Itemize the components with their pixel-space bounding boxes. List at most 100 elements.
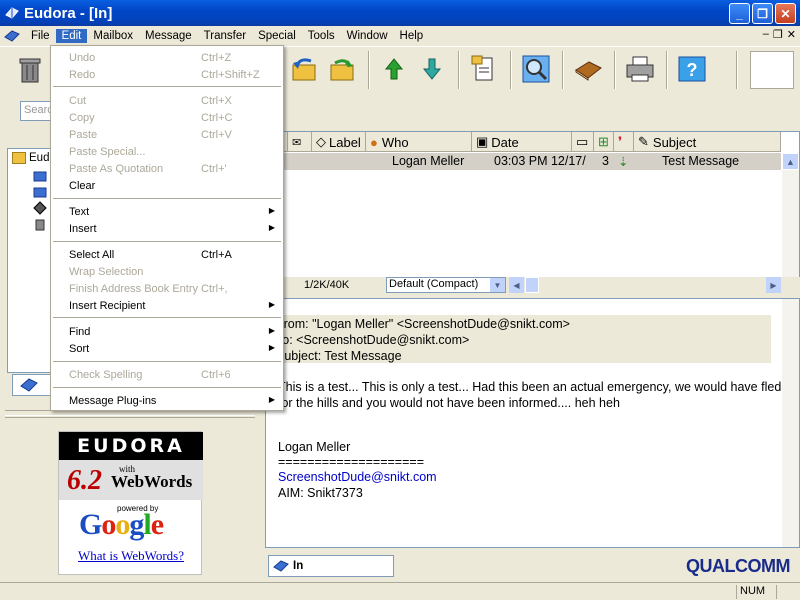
menu-item-shortcut: Ctrl+': [201, 163, 227, 175]
edit-menu-item-copy: Copy Ctrl+C: [51, 110, 283, 127]
menu-item-shortcut: Ctrl+X: [201, 95, 232, 107]
edit-menu-item-clear[interactable]: Clear: [51, 178, 283, 195]
menu-item-label: Redo: [69, 69, 96, 81]
menu-message[interactable]: Message: [139, 29, 198, 43]
menu-help[interactable]: Help: [394, 29, 430, 43]
column-headers: ⇕ ✉ ◇ Label ● Who ▣ Date ▭ ⊞ ❜ ✎ Subject: [266, 132, 781, 152]
message-list-scrollbar[interactable]: ▲: [782, 153, 799, 278]
status-bar: NUM: [0, 582, 800, 600]
trash-mailbox-icon[interactable]: [32, 217, 48, 231]
table-row[interactable]: Logan Meller 03:03 PM 12/17/ 3 ⇣ Test Me…: [266, 153, 781, 170]
edit-menu-item-select-all[interactable]: Select All Ctrl+A: [51, 247, 283, 264]
forward-button[interactable]: [326, 53, 358, 85]
menu-file[interactable]: File: [25, 29, 56, 43]
col-attachment[interactable]: ✉: [288, 132, 312, 152]
toolbar-separator: [736, 51, 738, 89]
edit-menu-item-undo: Undo Ctrl+Z: [51, 50, 283, 67]
google-letter: G: [79, 508, 102, 541]
address-book-button[interactable]: [572, 53, 604, 85]
menu-item-label: Paste: [69, 129, 98, 141]
svg-text:?: ?: [687, 60, 698, 80]
mdi-minimize-button[interactable]: –: [763, 28, 769, 41]
edit-menu-item-paste-special: Paste Special...: [51, 144, 283, 161]
menu-item-label: Finish Address Book Entry: [69, 283, 199, 295]
maximize-button[interactable]: ❐: [752, 3, 773, 24]
in-mailbox-icon[interactable]: [32, 169, 48, 183]
chevron-down-icon[interactable]: ▼: [490, 278, 505, 292]
col-subject-text: Subject: [652, 134, 697, 150]
edit-menu-item-message-plug-ins[interactable]: Message Plug-ins ▶: [51, 393, 283, 410]
out-mailbox-icon[interactable]: [32, 185, 48, 199]
google-logo: Google: [79, 508, 164, 542]
menu-tools[interactable]: Tools: [302, 29, 341, 43]
mdi-controls: – ❐ ✕: [763, 28, 796, 41]
menu-separator: [53, 86, 281, 87]
mailbox-size-label: 1/2K/40K: [304, 279, 350, 291]
menu-mailbox[interactable]: Mailbox: [87, 29, 139, 43]
edit-menu-item-insert[interactable]: Insert ▶: [51, 221, 283, 238]
status-divider: [736, 585, 737, 599]
menu-window[interactable]: Window: [341, 29, 394, 43]
mdi-close-button[interactable]: ✕: [787, 28, 796, 41]
col-size[interactable]: ▭: [572, 132, 594, 152]
signature-email-link[interactable]: ScreenshotDude@snikt.com: [278, 470, 437, 484]
pane-divider: [5, 417, 255, 419]
col-mood[interactable]: ❜: [614, 132, 634, 152]
col-server-status[interactable]: ⊞: [594, 132, 614, 152]
reply-icon: [292, 58, 316, 81]
subject-pencil-icon: ✎: [638, 134, 649, 149]
title-bar: Eudora - [In] _ ❐ ✕: [0, 0, 800, 26]
col-date[interactable]: ▣ Date: [472, 132, 572, 152]
scroll-left-arrow-icon[interactable]: ◀: [509, 277, 524, 293]
mailboxes-tab[interactable]: [12, 374, 52, 396]
scroll-right-arrow-icon[interactable]: ▶: [766, 277, 781, 293]
horizontal-scroll-thumb[interactable]: [525, 277, 539, 293]
menu-item-label: Find: [69, 326, 91, 338]
mdi-restore-button[interactable]: ❐: [773, 28, 783, 41]
trash-button[interactable]: [14, 53, 46, 85]
mailbox-doc-icon[interactable]: [3, 28, 21, 44]
view-mode-select[interactable]: Default (Compact) ▼: [386, 277, 506, 293]
forward-icon: [330, 59, 354, 81]
header-subject: Subject: Test Message: [276, 349, 402, 363]
folder-icon: [12, 152, 26, 164]
menu-item-label: Wrap Selection: [69, 266, 144, 278]
what-is-webwords-link[interactable]: What is WebWords?: [59, 548, 203, 564]
reply-button[interactable]: [288, 53, 320, 85]
size-icon: ▭: [576, 134, 589, 149]
close-button[interactable]: ✕: [775, 3, 796, 24]
edit-menu-item-text[interactable]: Text ▶: [51, 204, 283, 221]
view-mode-value: Default (Compact): [389, 278, 479, 290]
print-button[interactable]: [624, 53, 656, 85]
minimize-button[interactable]: _: [729, 3, 750, 24]
help-button[interactable]: ?: [676, 53, 708, 85]
webwords-ad[interactable]: EUDORA 6.2 with WebWords powered by Goog…: [58, 431, 203, 575]
eudora-app-icon[interactable]: [4, 5, 20, 21]
junk-mailbox-icon[interactable]: [32, 201, 48, 215]
edit-menu-item-sort[interactable]: Sort ▶: [51, 341, 283, 358]
menu-transfer[interactable]: Transfer: [198, 29, 252, 43]
attach-document-icon: [471, 55, 493, 81]
menu-bar: File Edit Mailbox Message Transfer Speci…: [0, 26, 800, 45]
col-who[interactable]: ● Who: [366, 132, 472, 152]
edit-menu-item-check-spelling: Check Spelling Ctrl+6: [51, 367, 283, 384]
menu-edit[interactable]: Edit: [55, 28, 88, 43]
col-label[interactable]: ◇ Label: [312, 132, 366, 152]
previous-message-button[interactable]: [378, 53, 410, 85]
col-date-text: Date: [491, 134, 519, 150]
google-letter: l: [143, 508, 151, 541]
preview-scrollbar[interactable]: [782, 299, 799, 547]
col-subject[interactable]: ✎ Subject: [634, 132, 781, 152]
edit-menu-item-find[interactable]: Find ▶: [51, 324, 283, 341]
menu-special[interactable]: Special: [252, 29, 302, 43]
attach-button[interactable]: [468, 53, 500, 85]
find-button[interactable]: [520, 53, 552, 85]
edit-menu-item-insert-recipient[interactable]: Insert Recipient ▶: [51, 298, 283, 315]
signature-name: Logan Meller: [278, 440, 351, 454]
mailbox-window-tab[interactable]: In: [268, 555, 394, 577]
next-message-button[interactable]: [416, 53, 448, 85]
menu-item-shortcut: Ctrl+C: [201, 112, 233, 124]
scroll-up-arrow-icon[interactable]: ▲: [782, 153, 799, 170]
row-subject: Test Message: [662, 154, 740, 168]
body-line-1: This is a test... This is only a test...…: [278, 380, 782, 394]
